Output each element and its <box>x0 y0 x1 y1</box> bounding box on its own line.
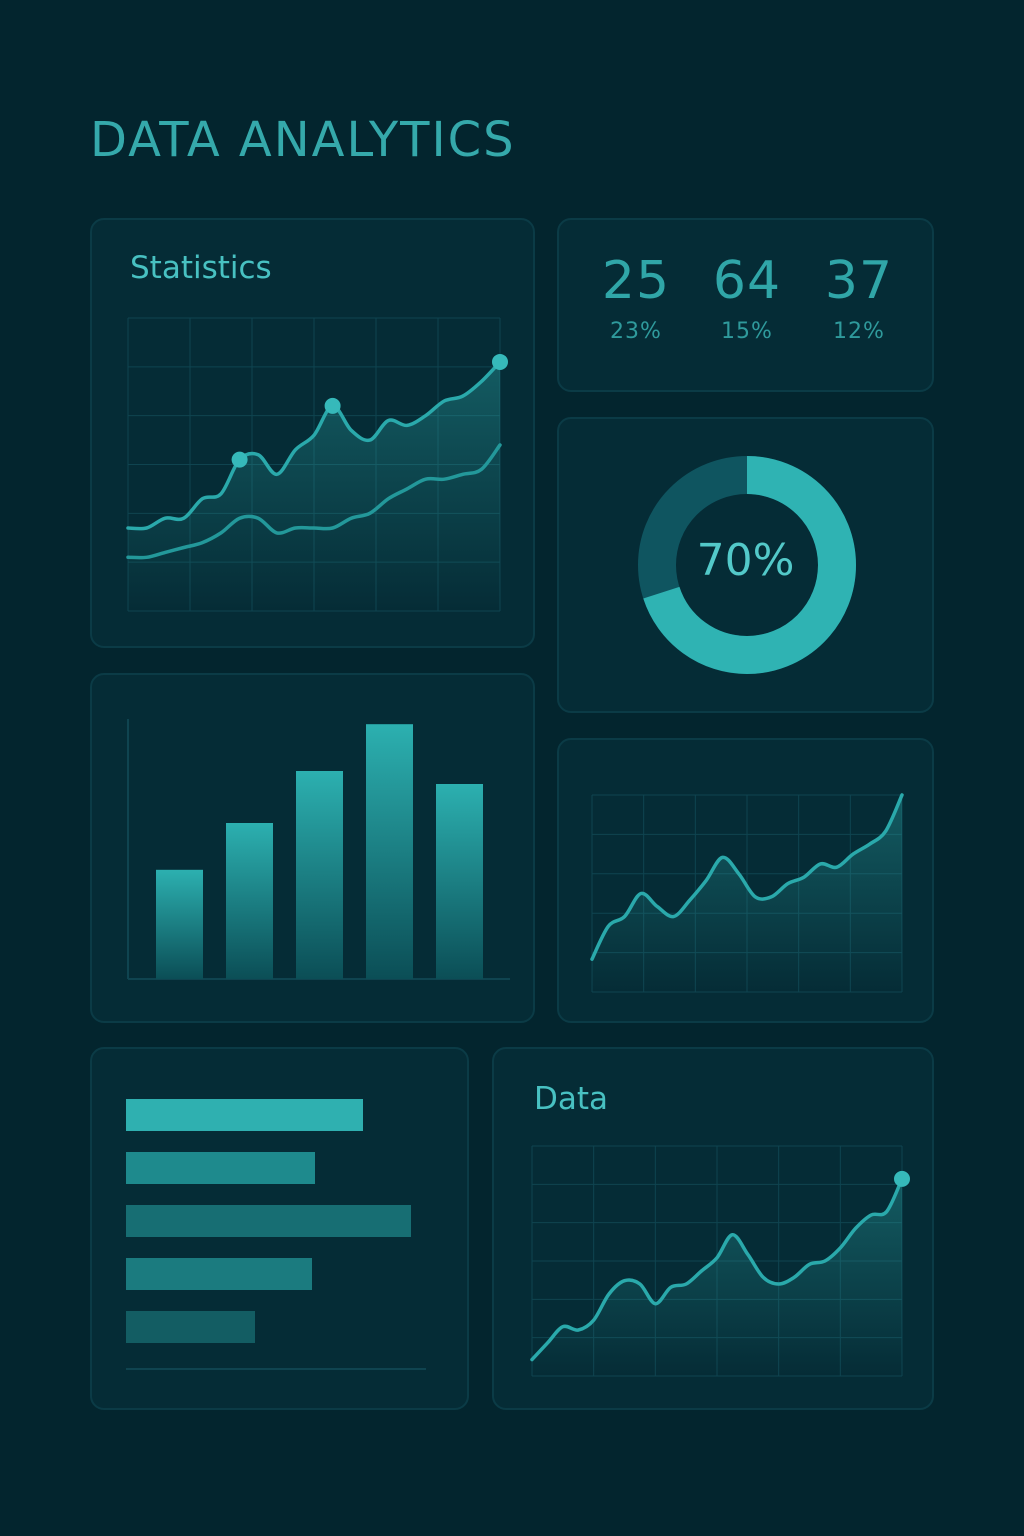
metric-2-percent: 15% <box>721 319 773 344</box>
column-bar <box>436 784 483 979</box>
data-card: Data <box>492 1047 934 1410</box>
horizontal-bar <box>126 1099 363 1131</box>
trend-area-chart <box>590 793 904 993</box>
data-card-title: Data <box>534 1081 609 1117</box>
horizontal-bar <box>126 1152 315 1184</box>
statistics-card-title: Statistics <box>130 250 272 286</box>
horizontal-bar <box>126 1258 312 1290</box>
metric-1: 25 23% <box>576 250 696 352</box>
horizontal-bar <box>126 1311 255 1343</box>
column-bar <box>296 771 343 979</box>
statistics-line-chart <box>126 317 508 612</box>
column-bar <box>226 823 273 979</box>
metric-3-value: 37 <box>824 251 894 311</box>
metric-2-value: 64 <box>712 251 782 311</box>
metric-3-percent: 12% <box>833 319 885 344</box>
statistics-point <box>231 451 248 468</box>
metrics-card: 25 23% 64 15% 37 12% <box>557 218 934 392</box>
metric-2: 64 15% <box>687 250 807 352</box>
statistics-point <box>324 397 341 414</box>
column-bar <box>156 869 203 979</box>
column-bar-chart <box>127 719 510 980</box>
donut-percent-label: 70% <box>696 535 795 586</box>
horizontal-bar-card <box>90 1047 469 1410</box>
statistics-point <box>492 353 508 370</box>
page-title: DATA ANALYTICS <box>90 112 516 168</box>
donut-card: 70% <box>557 417 934 713</box>
statistics-card: Statistics <box>90 218 535 648</box>
metric-3: 37 12% <box>799 250 919 352</box>
column-chart-card <box>90 673 535 1023</box>
trend-chart-card <box>557 738 934 1023</box>
metric-1-percent: 23% <box>610 319 662 344</box>
metric-1-value: 25 <box>601 251 671 311</box>
horizontal-bar <box>126 1205 411 1237</box>
horizontal-bar-chart <box>126 1099 426 1370</box>
data-area-chart <box>530 1145 910 1377</box>
data-point <box>894 1170 910 1187</box>
column-bar <box>366 724 413 979</box>
